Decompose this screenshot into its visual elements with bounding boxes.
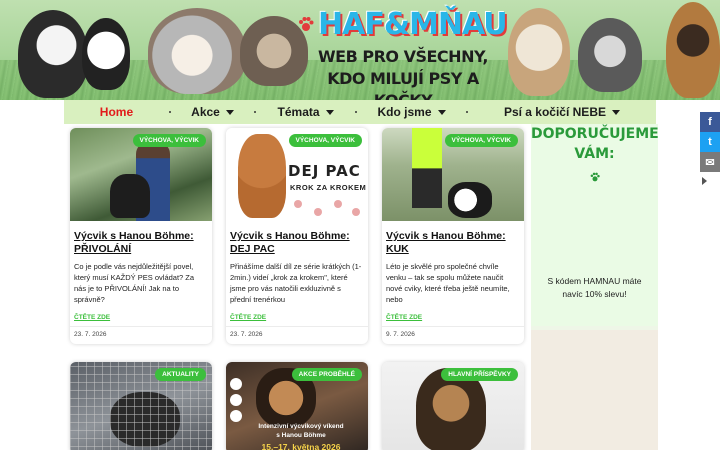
post-image[interactable]: Intenzivní výcvikový víkend s Hanou Böhm…: [226, 362, 368, 450]
nav-item-label: Home: [99, 105, 134, 119]
email-share-button[interactable]: ✉: [700, 152, 720, 172]
post-excerpt: Co je podle vás nejdůležitější povel, kt…: [74, 262, 195, 304]
post-card[interactable]: VÝCHOVA, VÝCVIK Výcvik s Hanou Böhme: KU…: [382, 128, 524, 344]
nav-item-label: Psí a kočičí NEBE: [503, 105, 606, 119]
post-title[interactable]: Výcvik s Hanou Böhme: PŘIVOLÁNÍ: [74, 230, 208, 256]
chevron-down-icon: [437, 109, 446, 115]
event-title-line-2: s Hanou Böhme: [276, 432, 326, 439]
twitter-icon: t: [708, 136, 712, 148]
paw-icon: [299, 17, 314, 31]
nav-item-label: Akce: [191, 105, 220, 119]
category-badge[interactable]: AKTUALITY: [155, 368, 206, 381]
post-card[interactable]: VÝCHOVA, VÝCVIK Výcvik s Hanou Böhme: PŘ…: [70, 128, 212, 344]
paw-print-icon: [294, 200, 302, 208]
dog-figure: [448, 182, 492, 218]
facebook-icon: f: [708, 116, 712, 128]
logo-text: HAF&MŇAU: [318, 6, 508, 42]
post-body: Výcvik s Hanou Böhme: KUK Léto je skvělé…: [382, 221, 524, 324]
terrier-photo: [508, 8, 570, 96]
post-image[interactable]: HLAVNÍ PŘÍSPĚVKY: [382, 362, 524, 450]
dog-figure: [110, 174, 150, 218]
category-badge[interactable]: VÝCHOVA, VÝCVIK: [132, 134, 206, 147]
read-more-link[interactable]: ČTĚTE ZDE: [230, 314, 266, 321]
facebook-share-button[interactable]: f: [700, 112, 720, 132]
image-headline: DEJ PAC: [288, 162, 361, 180]
tabby-cat-photo: [578, 18, 642, 92]
post-excerpt: Přinášíme další díl ze série krátkých (1…: [230, 262, 362, 304]
paw-icon: [590, 172, 600, 182]
malinois-photo: [666, 2, 720, 98]
post-title[interactable]: Výcvik s Hanou Böhme: KUK: [386, 230, 520, 256]
nav-item-temata[interactable]: Témata: [256, 100, 355, 124]
sidebar-ad-area: [531, 330, 658, 450]
post-card[interactable]: HLAVNÍ PŘÍSPĚVKY: [382, 362, 524, 450]
event-title-line-1: Intenzivní výcvikový víkend: [258, 423, 344, 430]
chevron-down-icon: [325, 109, 334, 115]
poodle-figure: [238, 134, 286, 218]
nav-item-label: Kdo jsme: [377, 105, 432, 119]
bull-terrier-photo: [18, 10, 88, 98]
australian-shepherd-photo: [148, 8, 246, 94]
paw-print-icon: [314, 208, 322, 216]
nav-item-akce[interactable]: Akce: [171, 100, 254, 124]
post-image[interactable]: VÝCHOVA, VÝCVIK: [382, 128, 524, 221]
sponsor-logo: [230, 410, 242, 422]
sidebar-title: DOPORUČUJEME VÁM:: [531, 126, 659, 162]
post-date: 23. 7. 2026: [226, 326, 368, 344]
read-more-link[interactable]: ČTĚTE ZDE: [74, 314, 110, 321]
promo-code-text: S kódem HAMNAU máte navíc 10% slevu!: [547, 276, 642, 299]
category-badge[interactable]: VÝCHOVA, VÝCVIK: [444, 134, 518, 147]
nav-item-kdo-jsme[interactable]: Kdo jsme: [357, 100, 466, 124]
image-subheadline: KROK ZA KROKEM: [290, 183, 367, 192]
sponsor-logo: [230, 378, 242, 390]
post-card[interactable]: Intenzivní výcvikový víkend s Hanou Böhm…: [226, 362, 368, 450]
chevron-down-icon: [611, 109, 620, 115]
email-icon: ✉: [705, 156, 715, 169]
post-excerpt: Léto je skvělé pro společné chvíle venku…: [386, 262, 510, 304]
post-image[interactable]: VÝCHOVA, VÝCVIK: [70, 128, 212, 221]
post-card[interactable]: AKTUALITY: [70, 362, 212, 450]
site-tagline: WEB PRO VŠECHNY, KDO MILUJÍ PSY A KOČKY: [318, 46, 488, 100]
site-header-banner: HAF&MŇAU WEB PRO VŠECHNY, KDO MILUJÍ PSY…: [0, 0, 720, 100]
nav-item-home[interactable]: Home: [64, 100, 169, 124]
main-navigation: Home Akce Témata Kdo jsme Psí a kočičí N…: [64, 100, 656, 124]
twitter-share-button[interactable]: t: [700, 132, 720, 152]
paw-print-icon: [334, 200, 342, 208]
post-title[interactable]: Výcvik s Hanou Böhme: DEJ PAC: [230, 230, 364, 256]
event-title: Intenzivní výcvikový víkend s Hanou Böhm…: [246, 422, 356, 440]
post-date: 9. 7. 2026: [382, 326, 524, 344]
post-date: 23. 7. 2026: [70, 326, 212, 344]
sponsor-logo: [230, 394, 242, 406]
post-body: Výcvik s Hanou Böhme: DEJ PAC Přinášíme …: [226, 221, 368, 324]
chevron-down-icon: [225, 109, 234, 115]
event-date: 15.–17. května 2026: [261, 442, 341, 450]
paw-print-icon: [352, 208, 360, 216]
white-dog-photo: [82, 18, 130, 90]
category-badge[interactable]: VÝCHOVA, VÝCVIK: [288, 134, 362, 147]
recommendation-widget: DOPORUČUJEME VÁM: S kódem HAMNAU máte na…: [531, 124, 659, 326]
category-badge[interactable]: HLAVNÍ PŘÍSPĚVKY: [441, 368, 518, 381]
read-more-link[interactable]: ČTĚTE ZDE: [386, 314, 422, 321]
category-badge[interactable]: AKCE PROBĚHLÉ: [291, 368, 362, 381]
recommendation-sidebar: DOPORUČUJEME VÁM: S kódem HAMNAU máte na…: [531, 124, 659, 450]
nav-item-nebe[interactable]: Psí a kočičí NEBE: [468, 100, 656, 124]
post-body: Výcvik s Hanou Böhme: PŘIVOLÁNÍ Co je po…: [70, 221, 212, 324]
collapse-share-icon[interactable]: [702, 177, 707, 185]
trainer-figure: [412, 128, 442, 208]
site-logo[interactable]: HAF&MŇAU: [298, 4, 508, 44]
nav-item-label: Témata: [277, 105, 320, 119]
post-image[interactable]: AKTUALITY: [70, 362, 212, 450]
social-share-bar: f t ✉: [700, 112, 720, 185]
post-card[interactable]: DEJ PAC KROK ZA KROKEM VÝCHOVA, VÝCVIK V…: [226, 128, 368, 344]
tagline-line-1: WEB PRO VŠECHNY,: [318, 47, 488, 66]
tagline-line-2: KDO MILUJÍ PSY A KOČKY: [327, 69, 479, 100]
post-image[interactable]: DEJ PAC KROK ZA KROKEM VÝCHOVA, VÝCVIK: [226, 128, 368, 221]
